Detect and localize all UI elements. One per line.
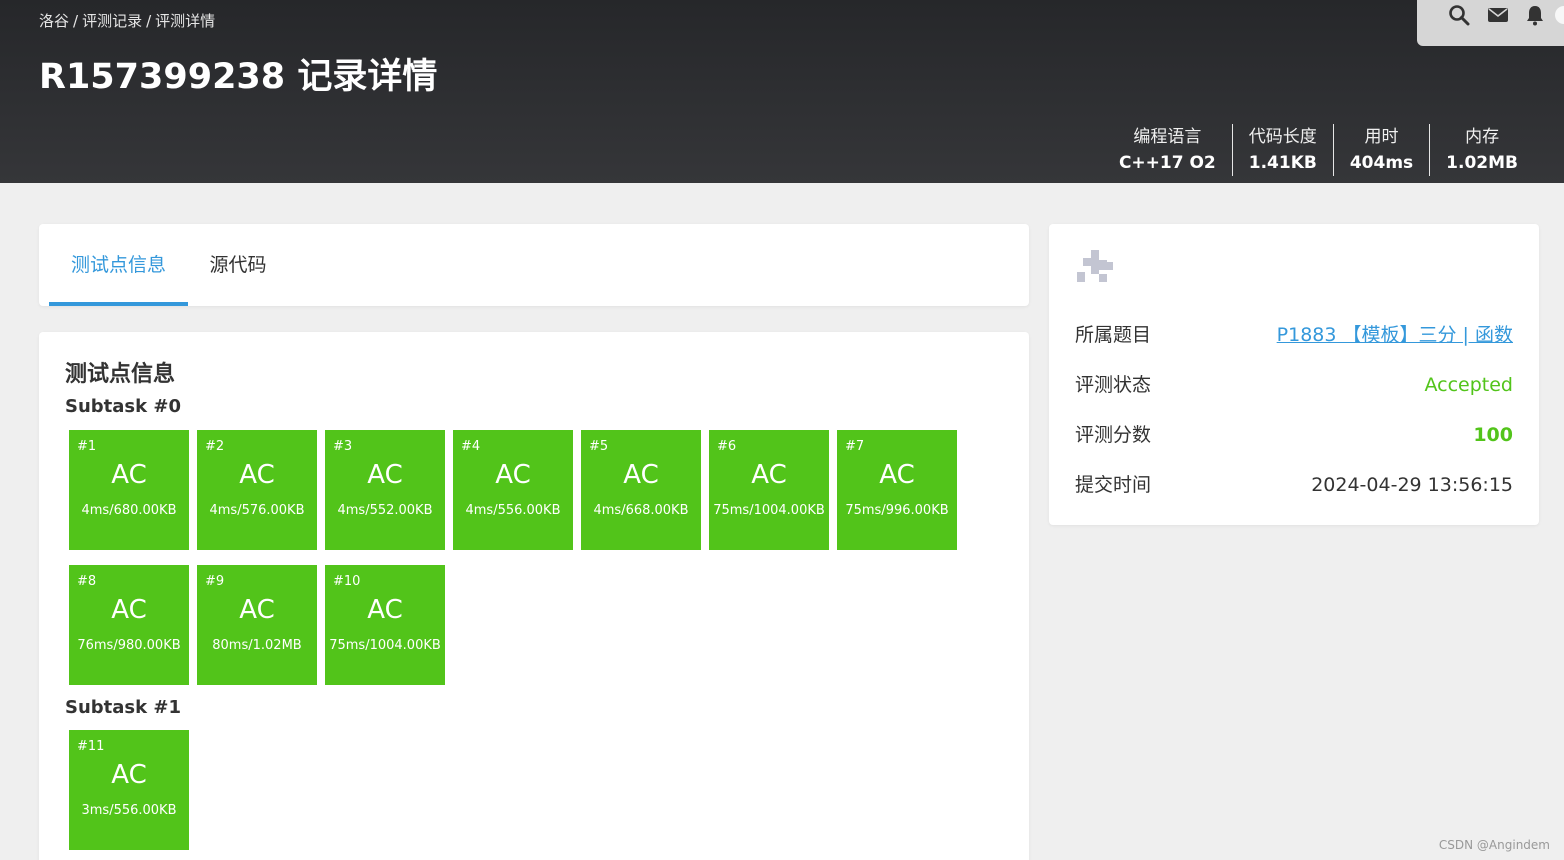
testcase-tile[interactable]: #4 AC 4ms/556.00KB xyxy=(453,430,573,550)
stat-time-label: 用时 xyxy=(1364,127,1399,147)
breadcrumb-records[interactable]: 评测记录 xyxy=(82,12,142,30)
testcase-tile[interactable]: #9 AC 80ms/1.02MB xyxy=(197,565,317,685)
stat-code-length-label: 代码长度 xyxy=(1248,127,1317,147)
stat-time-value: 404ms xyxy=(1349,153,1414,173)
breadcrumb-home[interactable]: 洛谷 xyxy=(39,12,69,30)
status-value: Accepted xyxy=(1424,374,1513,396)
testcase-id: #1 xyxy=(77,439,97,454)
testcase-id: #5 xyxy=(589,439,609,454)
testcase-tile[interactable]: #2 AC 4ms/576.00KB xyxy=(197,430,317,550)
testcase-status: AC xyxy=(623,460,659,490)
watermark: CSDN @Angindem xyxy=(1438,838,1550,852)
testcase-detail: 80ms/1.02MB xyxy=(212,638,302,653)
top-user-bar xyxy=(1417,0,1564,46)
testcase-status: AC xyxy=(751,460,787,490)
stat-memory-label: 内存 xyxy=(1465,127,1500,147)
stat-language-value: C++17 O2 xyxy=(1118,153,1216,173)
testcase-tile[interactable]: #11 AC 3ms/556.00KB xyxy=(69,730,189,850)
user-avatar[interactable] xyxy=(1075,248,1115,288)
testcase-status: AC xyxy=(239,595,275,625)
stat-memory-value: 1.02MB xyxy=(1446,153,1518,173)
info-row-status: 评测状态 Accepted xyxy=(1075,370,1513,400)
stat-language-label: 编程语言 xyxy=(1133,127,1202,147)
testcase-detail: 3ms/556.00KB xyxy=(81,803,177,818)
problem-label: 所属题目 xyxy=(1075,324,1152,346)
page-title: R157399238 记录详情 xyxy=(39,57,438,97)
testcase-status: AC xyxy=(239,460,275,490)
subtask-title-1: Subtask #1 xyxy=(65,697,181,718)
testcase-id: #4 xyxy=(461,439,481,454)
testcase-id: #9 xyxy=(205,574,225,589)
mail-icon[interactable] xyxy=(1487,4,1509,26)
testcase-id: #8 xyxy=(77,574,97,589)
record-info-card: 所属题目 P1883 【模板】三分 | 函数 评测状态 Accepted 评测分… xyxy=(1049,224,1539,525)
testcase-status: AC xyxy=(495,460,531,490)
stat-code-length: 代码长度 1.41KB xyxy=(1231,124,1333,176)
testcase-detail: 4ms/668.00KB xyxy=(593,503,689,518)
stat-language: 编程语言 C++17 O2 xyxy=(1103,124,1232,176)
submit-time-value: 2024-04-29 13:56:15 xyxy=(1311,474,1513,496)
tabs-card: 测试点信息 源代码 xyxy=(39,224,1029,306)
bell-icon[interactable] xyxy=(1524,4,1546,26)
testcase-card: 测试点信息 Subtask #0 #1 AC 4ms/680.00KB #2 A… xyxy=(39,332,1029,860)
testcase-tile[interactable]: #1 AC 4ms/680.00KB xyxy=(69,430,189,550)
testcase-tile[interactable]: #6 AC 75ms/1004.00KB xyxy=(709,430,829,550)
tab-testcase-info[interactable]: 测试点信息 xyxy=(49,224,188,306)
testcase-detail: 4ms/552.00KB xyxy=(337,503,433,518)
testcase-detail: 75ms/1004.00KB xyxy=(713,503,825,518)
testcase-detail: 75ms/996.00KB xyxy=(845,503,949,518)
testcase-detail: 76ms/980.00KB xyxy=(77,638,181,653)
tab-source-code[interactable]: 源代码 xyxy=(199,224,277,306)
stat-memory: 内存 1.02MB xyxy=(1429,124,1534,176)
testcase-tile[interactable]: #8 AC 76ms/980.00KB xyxy=(69,565,189,685)
testcase-tile[interactable]: #5 AC 4ms/668.00KB xyxy=(581,430,701,550)
submit-time-label: 提交时间 xyxy=(1075,474,1152,496)
testcase-tile[interactable]: #3 AC 4ms/552.00KB xyxy=(325,430,445,550)
score-label: 评测分数 xyxy=(1075,424,1152,446)
testcase-status: AC xyxy=(111,595,147,625)
testcase-status: AC xyxy=(367,460,403,490)
testcase-status: AC xyxy=(879,460,915,490)
stat-code-length-value: 1.41KB xyxy=(1248,153,1317,173)
stat-time: 用时 404ms xyxy=(1332,124,1429,176)
search-icon[interactable] xyxy=(1448,4,1470,26)
info-row-problem: 所属题目 P1883 【模板】三分 | 函数 xyxy=(1075,320,1513,350)
testcase-status: AC xyxy=(111,460,147,490)
info-row-time: 提交时间 2024-04-29 13:56:15 xyxy=(1075,470,1513,500)
testcase-detail: 75ms/1004.00KB xyxy=(329,638,441,653)
subtask-title-0: Subtask #0 xyxy=(65,396,181,417)
score-value: 100 xyxy=(1473,424,1513,446)
breadcrumb: 洛谷 / 评测记录 / 评测详情 xyxy=(39,12,216,30)
testcase-id: #6 xyxy=(717,439,737,454)
testcase-id: #7 xyxy=(845,439,865,454)
testcase-tile[interactable]: #7 AC 75ms/996.00KB xyxy=(837,430,957,550)
testcase-id: #2 xyxy=(205,439,225,454)
testcase-id: #11 xyxy=(77,739,105,754)
record-stats: 编程语言 C++17 O2 代码长度 1.41KB 用时 404ms 内存 1.… xyxy=(1103,124,1534,176)
testcase-status: AC xyxy=(367,595,403,625)
section-title: 测试点信息 xyxy=(65,362,176,387)
testcase-id: #10 xyxy=(333,574,361,589)
testcase-detail: 4ms/576.00KB xyxy=(209,503,305,518)
testcase-detail: 4ms/556.00KB xyxy=(465,503,561,518)
page-header: 洛谷 / 评测记录 / 评测详情 R157399238 记录详情 编程语言 C++17 … xyxy=(0,0,1564,183)
testcase-tile[interactable]: #10 AC 75ms/1004.00KB xyxy=(325,565,445,685)
status-label: 评测状态 xyxy=(1075,374,1152,396)
testcase-detail: 4ms/680.00KB xyxy=(81,503,177,518)
problem-link[interactable]: P1883 【模板】三分 | 函数 xyxy=(1277,320,1513,350)
info-row-score: 评测分数 100 xyxy=(1075,420,1513,450)
testcase-status: AC xyxy=(111,760,147,790)
testcase-id: #3 xyxy=(333,439,353,454)
avatar-icon[interactable] xyxy=(1553,4,1564,26)
breadcrumb-current: 评测详情 xyxy=(155,12,216,30)
